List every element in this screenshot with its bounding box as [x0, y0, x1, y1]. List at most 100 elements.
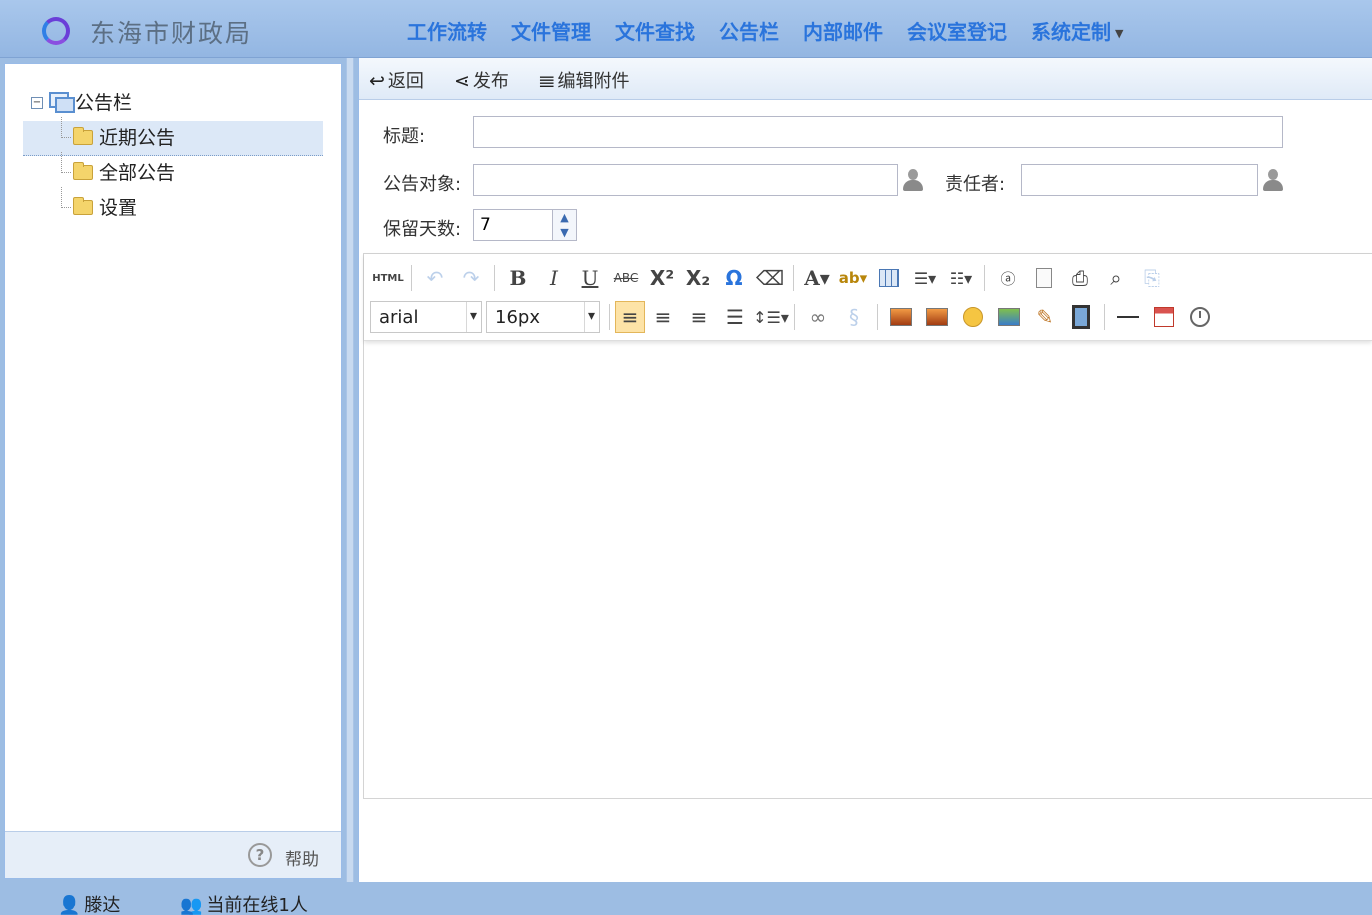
user-icon: 👤: [58, 895, 81, 915]
font-size-select[interactable]: 16px: [486, 301, 600, 333]
owner-input[interactable]: [1021, 164, 1258, 196]
emoticon-icon[interactable]: [955, 301, 991, 333]
redo-icon[interactable]: ↷: [453, 262, 489, 294]
tree-root-label: 公告栏: [75, 92, 133, 114]
unordered-list-icon[interactable]: ☷▾: [943, 262, 979, 294]
users-icon: 👥: [180, 895, 203, 915]
rich-text-editor: HTML ↶ ↷ B I U ABC X² X₂ Ω ⌫ A▾ ab▾ ☰▾ ☷…: [363, 253, 1372, 799]
title-input[interactable]: [473, 116, 1283, 148]
html-source-button[interactable]: HTML: [370, 262, 406, 294]
new-document-icon[interactable]: [1026, 262, 1062, 294]
nav-item-internal-mail[interactable]: 内部邮件: [791, 16, 895, 45]
stepper-up-icon[interactable]: ▲: [553, 210, 576, 225]
toolbar-separator: [877, 304, 878, 330]
tree-item-all[interactable]: 全部公告: [23, 152, 323, 191]
font-color-icon[interactable]: A▾: [799, 262, 835, 294]
underline-icon[interactable]: U: [572, 262, 608, 294]
video-icon[interactable]: [1063, 301, 1099, 333]
smile-glyph: [963, 307, 983, 327]
edit-attachment-button[interactable]: 𝍣 编辑附件: [539, 67, 630, 99]
top-nav: 工作流转 文件管理 文件查找 公告栏 内部邮件 会议室登记 系统定制 ▼: [395, 16, 1135, 45]
image-icon[interactable]: [883, 301, 919, 333]
subscript-icon[interactable]: X₂: [680, 262, 716, 294]
back-button[interactable]: ↩ 返回: [369, 67, 424, 93]
publish-button[interactable]: ⋖ 发布: [454, 67, 509, 93]
folder-icon: [73, 197, 93, 215]
collapse-icon[interactable]: −: [31, 97, 43, 109]
film-glyph: [1072, 305, 1090, 329]
picture-gallery-icon[interactable]: [991, 301, 1027, 333]
help-icon[interactable]: ?: [248, 843, 272, 867]
select-owner-icon[interactable]: [1262, 167, 1284, 193]
align-justify-icon[interactable]: ☰: [717, 301, 753, 333]
horizontal-rule-icon[interactable]: [1110, 301, 1146, 333]
preview-icon[interactable]: ⌕: [1098, 262, 1134, 294]
nav-item-workflow[interactable]: 工作流转: [395, 16, 499, 45]
align-left-icon[interactable]: ≡: [615, 301, 645, 333]
stepper-down-icon[interactable]: ▼: [553, 225, 576, 240]
tree-item-recent[interactable]: 近期公告: [23, 117, 323, 156]
paperclip-icon: 𝍣: [539, 70, 555, 92]
align-center-icon[interactable]: ≡: [645, 301, 681, 333]
bold-icon[interactable]: B: [500, 262, 536, 294]
tree-item-label: 近期公告: [99, 127, 176, 149]
app-title: 东海市财政局: [90, 19, 253, 48]
align-right-icon[interactable]: ≡: [681, 301, 717, 333]
image-glyph: [926, 308, 948, 326]
publish-label: 发布: [472, 71, 509, 92]
editor-toolbar-row-1: HTML ↶ ↷ B I U ABC X² X₂ Ω ⌫ A▾ ab▾ ☰▾ ☷…: [370, 260, 1170, 296]
italic-icon[interactable]: I: [536, 262, 572, 294]
link-icon[interactable]: ∞: [800, 301, 836, 333]
nav-item-meeting-room[interactable]: 会议室登记: [895, 16, 1019, 45]
eraser-icon[interactable]: ⌫: [752, 262, 788, 294]
days-stepper-input[interactable]: [473, 209, 553, 241]
unlink-icon[interactable]: §: [836, 301, 872, 333]
folder-icon: [73, 127, 93, 145]
sidebar-footer: ? 帮助: [5, 831, 341, 878]
main-panel: ↩返回 ⋖发布 𝍣编辑附件 标题: 公告对象: 责任者: 保留天数: ▲ ▼ H…: [358, 58, 1372, 882]
ordered-list-icon[interactable]: ☰▾: [907, 262, 943, 294]
toolbar-separator: [794, 304, 795, 330]
table-icon[interactable]: [871, 262, 907, 294]
toolbar-separator: [984, 265, 985, 291]
calendar-icon[interactable]: [1146, 301, 1182, 333]
scrawl-icon[interactable]: ✎: [1027, 301, 1063, 333]
owner-label: 责任者:: [945, 174, 1006, 195]
sidebar-tree: − 公告栏 近期公告 全部公告 设置: [23, 86, 323, 226]
editor-content-area[interactable]: [364, 342, 1372, 798]
font-family-select[interactable]: arial: [370, 301, 482, 333]
multi-image-icon[interactable]: [919, 301, 955, 333]
help-button[interactable]: 帮助: [285, 845, 319, 870]
online-count[interactable]: 👥 当前在线1人: [180, 891, 308, 915]
highlight-color-icon[interactable]: ab▾: [835, 262, 871, 294]
toolbar-separator: [411, 265, 412, 291]
undo-icon[interactable]: ↶: [417, 262, 453, 294]
paste-icon[interactable]: ⎘: [1134, 262, 1170, 294]
nav-item-file-search[interactable]: 文件查找: [603, 16, 707, 45]
toolbar-separator: [609, 304, 610, 330]
panel-splitter[interactable]: [346, 58, 354, 882]
select-user-icon[interactable]: [902, 167, 924, 193]
image-glyph: [890, 308, 912, 326]
superscript-icon[interactable]: X²: [644, 262, 680, 294]
current-user-label: 滕达: [84, 895, 121, 915]
target-input[interactable]: [473, 164, 898, 196]
nav-item-system-custom-label: 系统定制: [1031, 20, 1111, 44]
strikethrough-icon[interactable]: ABC: [608, 262, 644, 294]
tree-connector: [61, 117, 71, 138]
tree-root-bulletin[interactable]: − 公告栏: [23, 86, 323, 121]
back-label: 返回: [387, 71, 424, 92]
line-height-icon[interactable]: ↕☰▾: [753, 301, 789, 333]
nav-item-system-custom[interactable]: 系统定制 ▼: [1019, 16, 1135, 45]
back-arrow-icon: ↩: [369, 70, 385, 92]
nav-item-bulletin[interactable]: 公告栏: [707, 16, 791, 45]
days-stepper[interactable]: ▲ ▼: [553, 209, 577, 241]
special-char-icon[interactable]: Ω: [716, 262, 752, 294]
print-icon[interactable]: ⎙: [1062, 262, 1098, 294]
nav-item-file-management[interactable]: 文件管理: [499, 16, 603, 45]
anchor-icon[interactable]: ⓐ: [990, 262, 1026, 294]
tree-item-settings[interactable]: 设置: [23, 187, 323, 226]
clock-icon[interactable]: [1182, 301, 1218, 333]
calendar-glyph: [1154, 307, 1174, 327]
toolbar-separator: [494, 265, 495, 291]
